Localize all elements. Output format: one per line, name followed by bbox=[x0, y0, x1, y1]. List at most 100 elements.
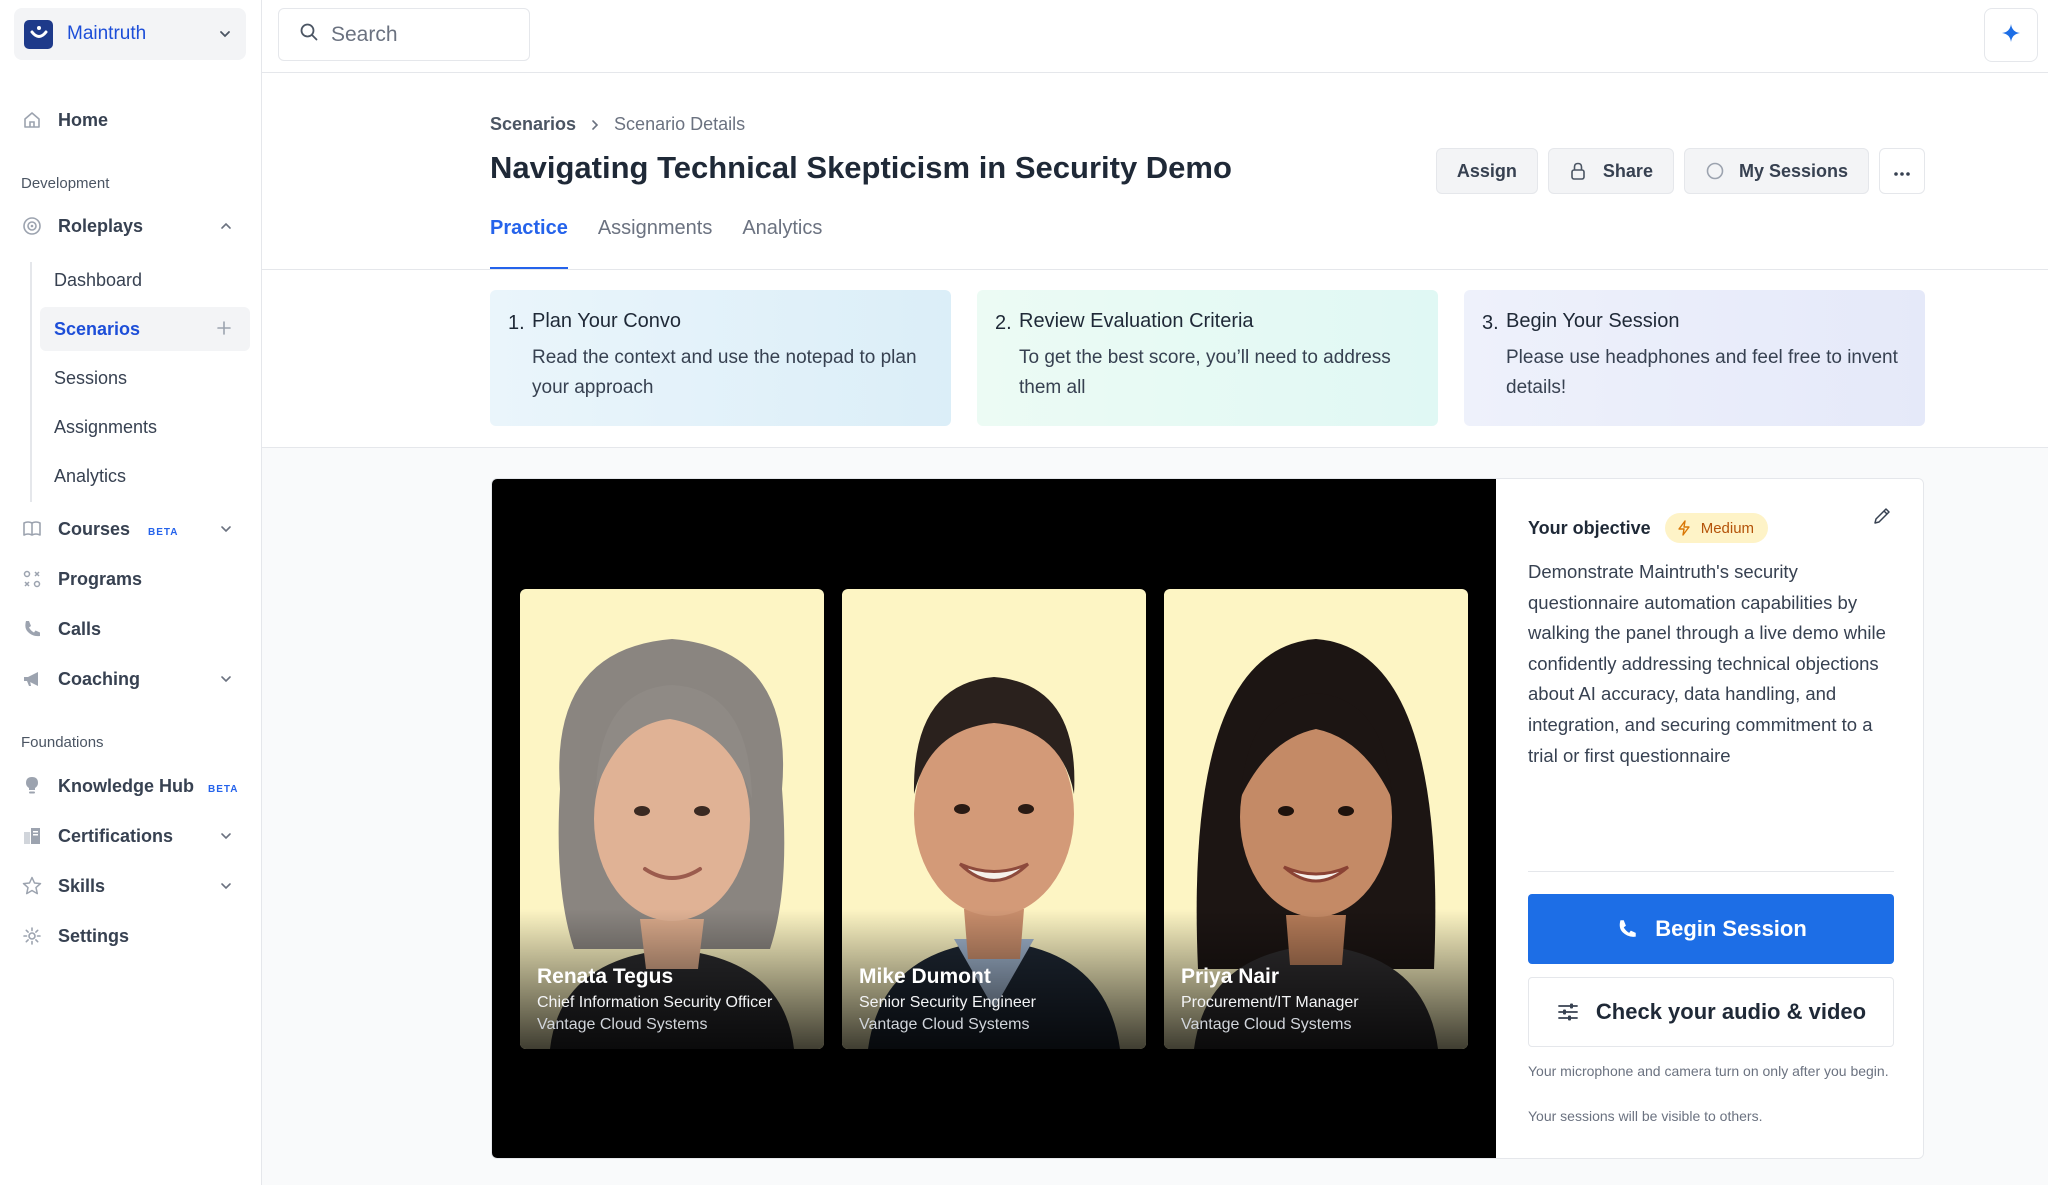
sidebar-item-settings[interactable]: Settings bbox=[20, 916, 242, 956]
megaphone-icon bbox=[20, 667, 44, 691]
book-icon bbox=[20, 517, 44, 541]
sidebar-item-certifications[interactable]: Certifications bbox=[20, 816, 242, 856]
persona-name: Priya Nair bbox=[1181, 965, 1280, 988]
objective-header: Your objective Medium bbox=[1528, 513, 1769, 543]
sidebar-subitem-analytics[interactable]: Analytics bbox=[40, 454, 250, 498]
add-scenario-icon[interactable] bbox=[214, 318, 234, 338]
certificate-icon bbox=[20, 824, 44, 848]
sidebar-item-skills[interactable]: Skills bbox=[20, 866, 242, 906]
sidebar-item-label: Roleplays bbox=[58, 215, 144, 236]
persona-company: Vantage Cloud Systems bbox=[537, 1016, 708, 1033]
step-description: Please use headphones and feel free to i… bbox=[1506, 347, 1898, 398]
chevron-down-icon[interactable] bbox=[216, 519, 236, 539]
step-description: To get the best score, you’ll need to ad… bbox=[1019, 347, 1391, 398]
sidebar-item-label: Settings bbox=[58, 925, 130, 946]
sidebar-item-coaching[interactable]: Coaching bbox=[20, 659, 242, 699]
org-switcher[interactable]: Maintruth bbox=[14, 8, 246, 60]
sliders-icon bbox=[1556, 999, 1582, 1025]
persona-card[interactable]: Mike Dumont Senior Security Engineer Van… bbox=[842, 589, 1146, 1049]
my-sessions-label: My Sessions bbox=[1738, 160, 1848, 181]
more-options-button[interactable] bbox=[1879, 148, 1925, 194]
share-label: Share bbox=[1602, 160, 1653, 181]
step-number: 1. bbox=[508, 312, 525, 334]
step-card: 1. Plan Your Convo Read the context and … bbox=[490, 290, 951, 426]
begin-session-button[interactable]: Begin Session bbox=[1528, 894, 1894, 964]
sidebar-item-label: Home bbox=[58, 109, 109, 130]
objective-text: Demonstrate Maintruth's security questio… bbox=[1528, 561, 1886, 766]
check-audio-video-label: Check your audio & video bbox=[1595, 999, 1867, 1024]
beta-badge: BETA bbox=[208, 783, 239, 795]
persona-card[interactable]: Renata Tegus Chief Information Security … bbox=[520, 589, 824, 1049]
persona-role: Procurement/IT Manager bbox=[1181, 994, 1359, 1011]
sidebar-item-roleplays[interactable]: Roleplays bbox=[20, 206, 242, 246]
tabs: Practice Assignments Analytics bbox=[490, 210, 852, 270]
sidebar-item-label: Knowledge Hub BETA bbox=[58, 776, 242, 797]
page-title: Navigating Technical Skepticism in Secur… bbox=[490, 150, 1232, 185]
search-input[interactable]: Search bbox=[278, 8, 530, 61]
breadcrumb-current: Scenario Details bbox=[614, 114, 746, 134]
breadcrumb-scenarios-link[interactable]: Scenarios bbox=[490, 114, 576, 135]
sidebar-item-courses[interactable]: Courses BETA bbox=[20, 509, 242, 549]
search-placeholder: Search bbox=[331, 22, 398, 46]
persona-name: Renata Tegus bbox=[537, 965, 674, 988]
step-title: Begin Your Session bbox=[1506, 310, 1680, 332]
tab-practice[interactable]: Practice bbox=[490, 210, 568, 270]
chevron-up-icon[interactable] bbox=[216, 216, 236, 236]
circle-icon bbox=[1705, 161, 1725, 181]
session-panel: Renata Tegus Chief Information Security … bbox=[491, 478, 1924, 1159]
objective-label: Your objective bbox=[1528, 517, 1651, 538]
section-label-development: Development bbox=[21, 175, 110, 192]
steps-area: 1. Plan Your Convo Read the context and … bbox=[262, 270, 2048, 448]
begin-session-label: Begin Session bbox=[1655, 916, 1807, 941]
my-sessions-button[interactable]: My Sessions bbox=[1683, 148, 1869, 194]
objective-panel: Your objective Medium Demonstrate Maintr… bbox=[1496, 479, 1923, 1158]
chevron-down-icon[interactable] bbox=[216, 826, 236, 846]
chevron-down-icon[interactable] bbox=[216, 669, 236, 689]
ai-assistant-button[interactable] bbox=[1984, 8, 2038, 62]
video-stage: Renata Tegus Chief Information Security … bbox=[492, 479, 1496, 1158]
sidebar-item-label: Certifications bbox=[58, 825, 174, 846]
programs-icon bbox=[20, 567, 44, 591]
chevron-down-icon[interactable] bbox=[216, 876, 236, 896]
persona-card[interactable]: Priya Nair Procurement/IT Manager Vantag… bbox=[1164, 589, 1468, 1049]
lightbulb-icon bbox=[20, 774, 44, 798]
difficulty-badge: Medium bbox=[1664, 513, 1769, 543]
search-icon bbox=[299, 22, 319, 47]
step-number: 3. bbox=[1482, 312, 1499, 334]
chevron-down-icon bbox=[214, 23, 236, 45]
org-logo-icon bbox=[24, 19, 53, 49]
assign-button[interactable]: Assign bbox=[1435, 148, 1538, 194]
sidebar-item-programs[interactable]: Programs bbox=[20, 559, 242, 599]
sidebar-item-calls[interactable]: Calls bbox=[20, 609, 242, 649]
share-button[interactable]: Share bbox=[1547, 148, 1674, 194]
submenu-guide-line bbox=[30, 262, 32, 502]
sparkle-icon bbox=[2000, 22, 2022, 49]
sidebar-item-label: Coaching bbox=[58, 668, 141, 689]
bolt-icon bbox=[1677, 520, 1693, 536]
persona-company: Vantage Cloud Systems bbox=[1181, 1016, 1352, 1033]
top-bar: Search bbox=[262, 0, 2048, 73]
sidebar-subitem-assignments[interactable]: Assignments bbox=[40, 405, 250, 449]
sidebar-item-label: Calls bbox=[58, 618, 102, 639]
sidebar-item-label: Skills bbox=[58, 875, 106, 896]
sidebar-item-knowledge-hub[interactable]: Knowledge Hub BETA bbox=[20, 766, 242, 806]
courses-label: Courses bbox=[58, 518, 131, 539]
ellipsis-icon bbox=[1893, 161, 1911, 182]
check-audio-video-button[interactable]: Check your audio & video bbox=[1528, 977, 1894, 1047]
persona-name: Mike Dumont bbox=[859, 965, 991, 988]
knowledge-hub-label: Knowledge Hub bbox=[58, 775, 194, 796]
chevron-right-icon bbox=[588, 118, 602, 132]
assign-label: Assign bbox=[1456, 160, 1517, 181]
pencil-icon[interactable] bbox=[1871, 505, 1895, 529]
sidebar-item-label: Courses BETA bbox=[58, 519, 216, 540]
privacy-note: Your microphone and camera turn on only … bbox=[1528, 1063, 1889, 1079]
lock-icon bbox=[1569, 161, 1589, 181]
sidebar-item-home[interactable]: Home bbox=[20, 100, 242, 140]
sidebar-subitem-sessions[interactable]: Sessions bbox=[40, 356, 250, 400]
tab-assignments[interactable]: Assignments bbox=[598, 210, 713, 270]
org-name: Maintruth bbox=[67, 23, 147, 44]
sidebar-subitem-scenarios[interactable]: Scenarios bbox=[40, 307, 250, 351]
target-icon bbox=[20, 214, 44, 238]
tab-analytics[interactable]: Analytics bbox=[742, 210, 822, 270]
sidebar-subitem-dashboard[interactable]: Dashboard bbox=[40, 258, 250, 302]
